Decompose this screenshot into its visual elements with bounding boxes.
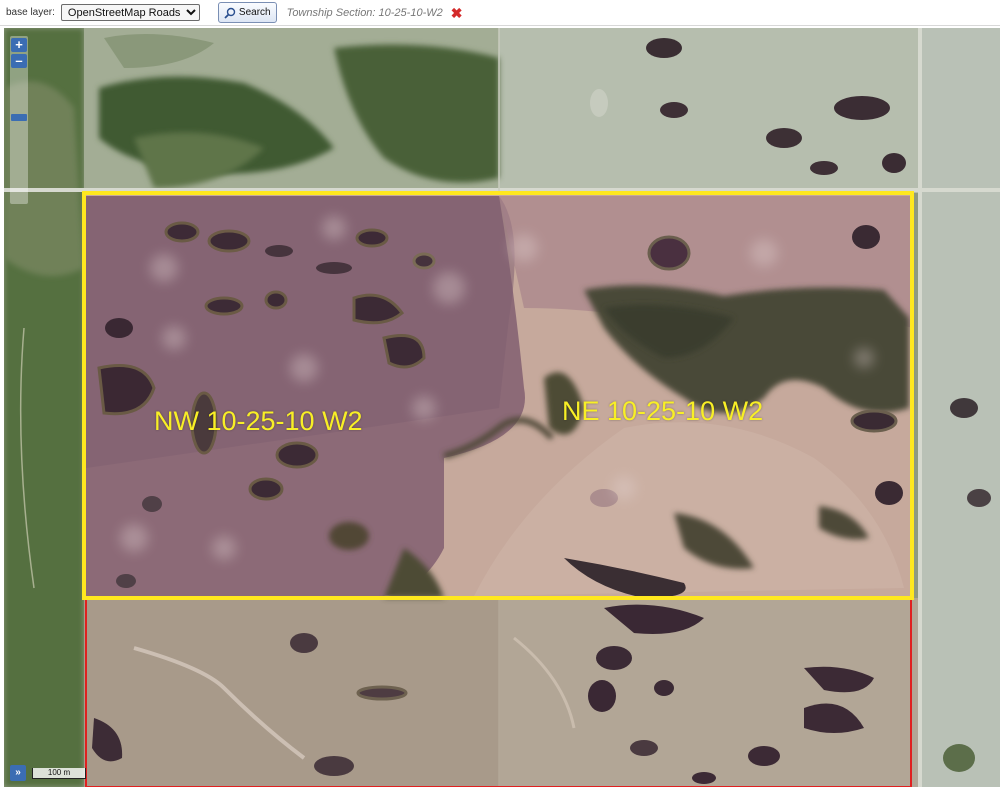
base-layer-select[interactable]: OpenStreetMap Roads xyxy=(60,4,200,21)
search-icon xyxy=(224,7,236,19)
zoom-control: + – xyxy=(10,36,28,204)
map-toolbar: base layer: OpenStreetMap Roads Search T… xyxy=(0,0,1000,26)
zoom-in-button[interactable]: + xyxy=(11,38,27,52)
nw-section-label: NW 10-25-10 W2 xyxy=(154,406,363,436)
zoom-out-button[interactable]: – xyxy=(11,54,27,68)
scale-bar: 100 m xyxy=(32,768,86,779)
search-button[interactable]: Search xyxy=(217,2,277,23)
base-layer-label: base layer: xyxy=(6,7,55,18)
search-button-label: Search xyxy=(238,7,271,18)
map-view[interactable]: + – NW 10-25-10 W2 NE 10-25-10 W2 » 100 … xyxy=(4,28,1000,787)
zoom-slider-handle[interactable] xyxy=(11,114,27,121)
township-section-text: Township Section: 10-25-10-W2 xyxy=(286,6,443,19)
ne-section-label: NE 10-25-10 W2 xyxy=(562,396,764,426)
close-icon[interactable]: ✖ xyxy=(451,6,463,20)
expand-icon[interactable]: » xyxy=(10,765,26,781)
